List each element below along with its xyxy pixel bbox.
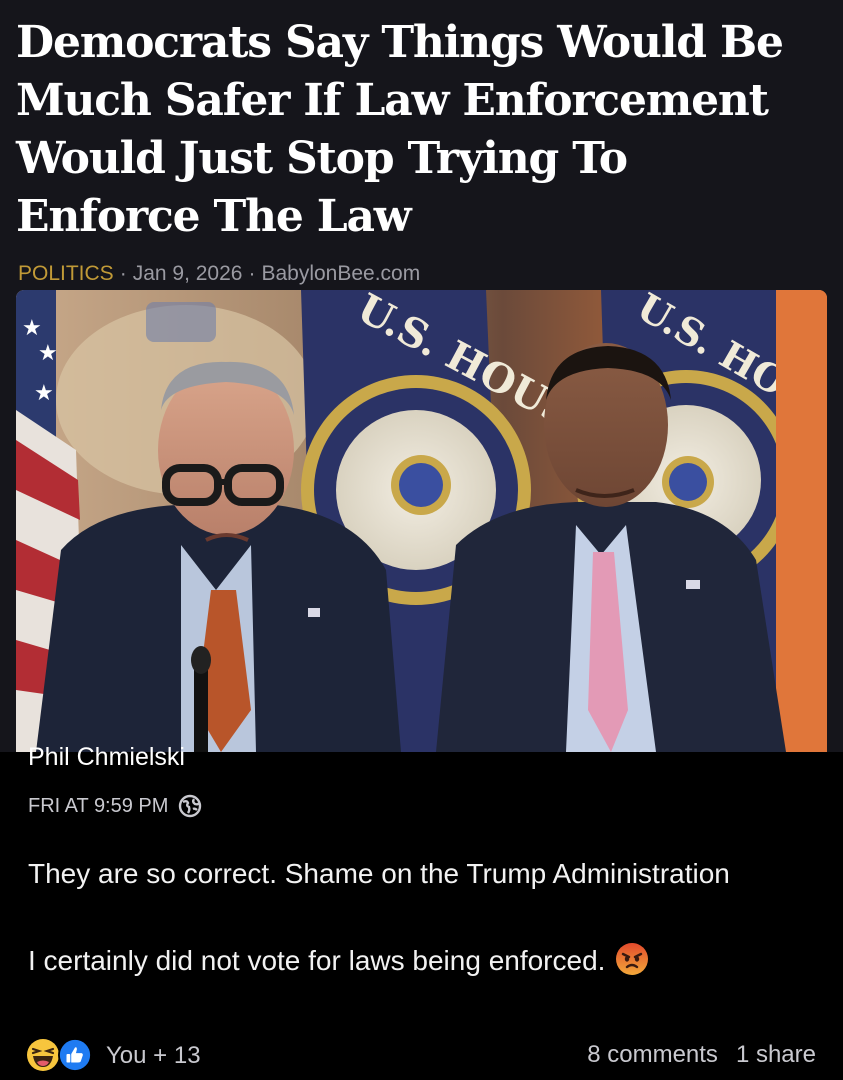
post-meta: FRI AT 9:59 PM bbox=[28, 794, 202, 818]
article-category: POLITICS bbox=[18, 262, 114, 285]
article-card[interactable]: Democrats Say Things Would Be Much Safer… bbox=[0, 0, 843, 752]
reactions-summary[interactable]: You + 13 bbox=[26, 1038, 201, 1074]
article-headline[interactable]: Democrats Say Things Would Be Much Safer… bbox=[16, 14, 816, 246]
reactions-label[interactable]: You + 13 bbox=[106, 1042, 201, 1070]
angry-face-icon bbox=[615, 942, 649, 976]
article-photo[interactable]: ★ ★ ★ U.S. HOUSE U.S. HOUSE bbox=[16, 290, 827, 752]
post-body: They are so correct. Shame on the Trump … bbox=[28, 852, 808, 983]
reaction-icons bbox=[26, 1038, 98, 1074]
comments-count[interactable]: 8 comments bbox=[587, 1041, 718, 1069]
meta-separator: · bbox=[119, 262, 127, 285]
article-meta: POLITICS · Jan 9, 2026 · BabylonBee.com bbox=[18, 262, 420, 286]
meta-separator: · bbox=[248, 262, 256, 285]
post-timestamp[interactable]: FRI AT 9:59 PM bbox=[28, 795, 168, 818]
shares-count[interactable]: 1 share bbox=[736, 1041, 816, 1069]
like-icon bbox=[58, 1038, 92, 1072]
svg-text:★: ★ bbox=[38, 341, 58, 366]
svg-text:★: ★ bbox=[22, 316, 42, 341]
article-source: BabylonBee.com bbox=[261, 262, 421, 285]
laugh-icon bbox=[27, 1039, 59, 1071]
post-text-line: They are so correct. Shame on the Trump … bbox=[28, 858, 730, 889]
post-stats: 8 comments 1 share bbox=[587, 1041, 816, 1069]
post-text-line: I certainly did not vote for laws being … bbox=[28, 939, 808, 983]
post-author[interactable]: Phil Chmielski bbox=[28, 743, 185, 772]
article-date: Jan 9, 2026 bbox=[132, 262, 243, 285]
svg-text:★: ★ bbox=[34, 381, 54, 406]
globe-icon bbox=[178, 794, 202, 818]
